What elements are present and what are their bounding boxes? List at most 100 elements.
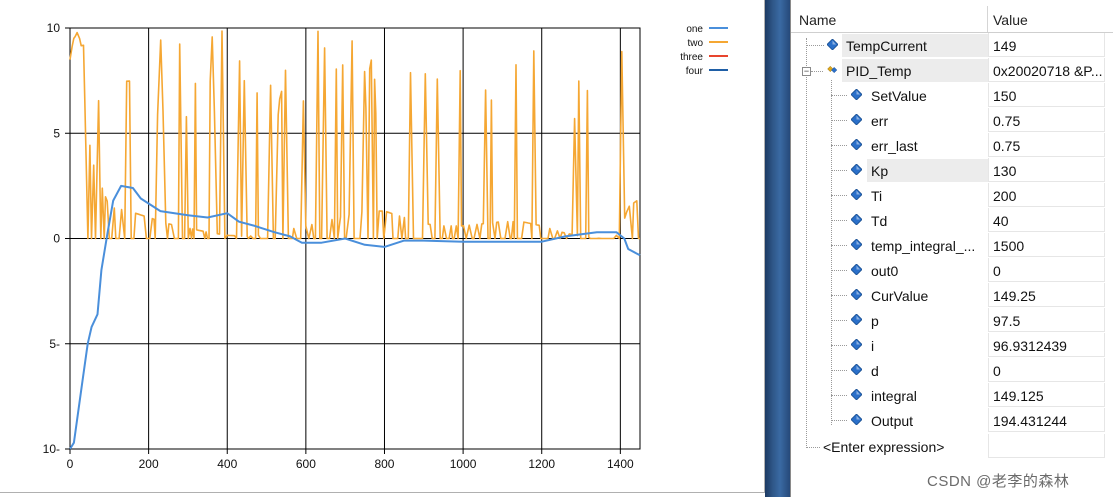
row-name: p — [871, 313, 879, 329]
row-icon-wrap — [851, 358, 873, 382]
x-tick-label: 1000 — [450, 457, 477, 471]
variable-icon — [851, 339, 862, 350]
row-value[interactable]: 0.75 — [988, 108, 1105, 132]
row-name: temp_integral_... — [871, 238, 976, 254]
variable-icon — [851, 139, 862, 150]
watch-row[interactable]: i 96.9312439 — [791, 333, 1113, 358]
row-value[interactable]: 150 — [988, 83, 1105, 107]
watch-row[interactable]: CurValue 149.25 — [791, 283, 1113, 308]
watch-row[interactable]: Output 194.431244 — [791, 408, 1113, 433]
row-value[interactable]: 0 — [988, 258, 1105, 282]
row-icon-wrap — [851, 133, 873, 157]
enter-expression-row[interactable]: <Enter expression> — [791, 434, 1113, 459]
x-tick-label: 800 — [374, 457, 394, 471]
row-name: CurValue — [871, 288, 929, 304]
row-icon-wrap — [851, 83, 873, 107]
row-value[interactable]: 1500 — [988, 233, 1105, 257]
legend-label: two — [687, 38, 703, 49]
enter-expression-label[interactable]: <Enter expression> — [823, 439, 944, 455]
legend-label: four — [686, 66, 704, 77]
variable-icon — [827, 39, 838, 50]
watch-row[interactable]: Ti 200 — [791, 183, 1113, 208]
row-name: err_last — [871, 138, 918, 154]
watch-row[interactable]: PID_Temp 0x20020718 &P... — [791, 58, 1113, 83]
row-value[interactable]: 0 — [988, 358, 1105, 382]
row-value[interactable]: 149 — [988, 33, 1105, 57]
enter-expression-value[interactable] — [988, 434, 1105, 458]
watermark: CSDN @老李的森林 — [927, 473, 1070, 490]
variable-icon — [851, 114, 862, 125]
watch-header: Name Value — [791, 6, 1113, 33]
y-tick-label: 0 — [53, 232, 60, 246]
row-icon-wrap — [851, 333, 873, 357]
legend-label: three — [680, 52, 703, 63]
column-header-value[interactable]: Value — [993, 12, 1028, 28]
watch-row[interactable]: temp_integral_... 1500 — [791, 233, 1113, 258]
watch-row[interactable]: integral 149.125 — [791, 383, 1113, 408]
watch-row[interactable]: SetValue 150 — [791, 83, 1113, 108]
x-tick-label: 1200 — [528, 457, 555, 471]
column-divider[interactable] — [987, 6, 988, 32]
row-name: TempCurrent — [846, 38, 927, 54]
row-icon-wrap — [851, 383, 873, 407]
row-name: i — [871, 338, 875, 354]
row-icon-wrap — [851, 183, 873, 207]
row-name: Ti — [871, 188, 883, 204]
variable-icon — [851, 239, 862, 250]
row-value[interactable]: 40 — [988, 208, 1105, 232]
variable-icon — [851, 189, 862, 200]
row-icon-wrap — [851, 308, 873, 332]
row-name: Kp — [871, 163, 889, 179]
variable-icon — [851, 214, 862, 225]
watch-row[interactable]: out0 0 — [791, 258, 1113, 283]
variable-icon — [851, 414, 862, 425]
window-splitter[interactable] — [765, 0, 790, 497]
x-tick-label: 400 — [217, 457, 237, 471]
watch-row[interactable]: Kp 130 — [791, 158, 1113, 183]
row-value[interactable]: 96.9312439 — [988, 333, 1105, 357]
row-icon-wrap — [851, 158, 873, 182]
row-value[interactable]: 97.5 — [988, 308, 1105, 332]
variable-icon — [851, 364, 862, 375]
watch-row[interactable]: Td 40 — [791, 208, 1113, 233]
row-icon-wrap — [851, 108, 873, 132]
watch-row[interactable]: err 0.75 — [791, 108, 1113, 133]
watch-row[interactable]: p 97.5 — [791, 308, 1113, 333]
x-tick-label: 200 — [139, 457, 159, 471]
y-tick-label: 10- — [43, 442, 60, 456]
chart-panel: 0 200 400 600 800 1000 1200 1400 10 5 0 5- 10- one tw… — [0, 0, 765, 493]
variable-icon — [851, 289, 862, 300]
row-name: Td — [871, 213, 888, 229]
row-icon-wrap — [851, 233, 873, 257]
x-tick-label: 600 — [296, 457, 316, 471]
row-name: err — [871, 113, 889, 129]
watch-row[interactable]: err_last 0.75 — [791, 133, 1113, 158]
row-name: d — [871, 363, 879, 379]
watch-row[interactable]: d0 — [791, 358, 1113, 383]
row-name: integral — [871, 388, 917, 404]
row-value[interactable]: 194.431244 — [988, 408, 1105, 432]
row-name: SetValue — [871, 88, 927, 104]
variable-icon — [851, 89, 862, 100]
row-value[interactable]: 0x20020718 &P... — [988, 58, 1105, 82]
row-icon-wrap — [851, 258, 873, 282]
column-header-name[interactable]: Name — [799, 12, 836, 28]
row-icon-wrap — [851, 408, 873, 432]
row-value[interactable]: 200 — [988, 183, 1105, 207]
watch-window: Name Value − TempCurrent 149 PID_Temp 0x200… — [790, 0, 1113, 497]
row-value[interactable]: 149.25 — [988, 283, 1105, 307]
x-tick-label: 1400 — [607, 457, 634, 471]
row-value[interactable]: 0.75 — [988, 133, 1105, 157]
variable-icon — [851, 389, 862, 400]
row-value[interactable]: 130 — [988, 158, 1105, 182]
row-icon-wrap — [851, 283, 873, 307]
row-icon-wrap — [851, 208, 873, 232]
row-value[interactable]: 149.125 — [988, 383, 1105, 407]
y-tick-label: 5- — [49, 337, 60, 351]
line-chart: 0 200 400 600 800 1000 1200 1400 10 5 0 5- 10- one tw… — [43, 21, 728, 471]
watch-row[interactable]: TempCurrent 149 — [791, 33, 1113, 58]
x-tick-label: 0 — [67, 457, 74, 471]
variable-icon — [851, 264, 862, 275]
row-name: out0 — [871, 263, 899, 279]
row-name: Output — [871, 413, 914, 429]
